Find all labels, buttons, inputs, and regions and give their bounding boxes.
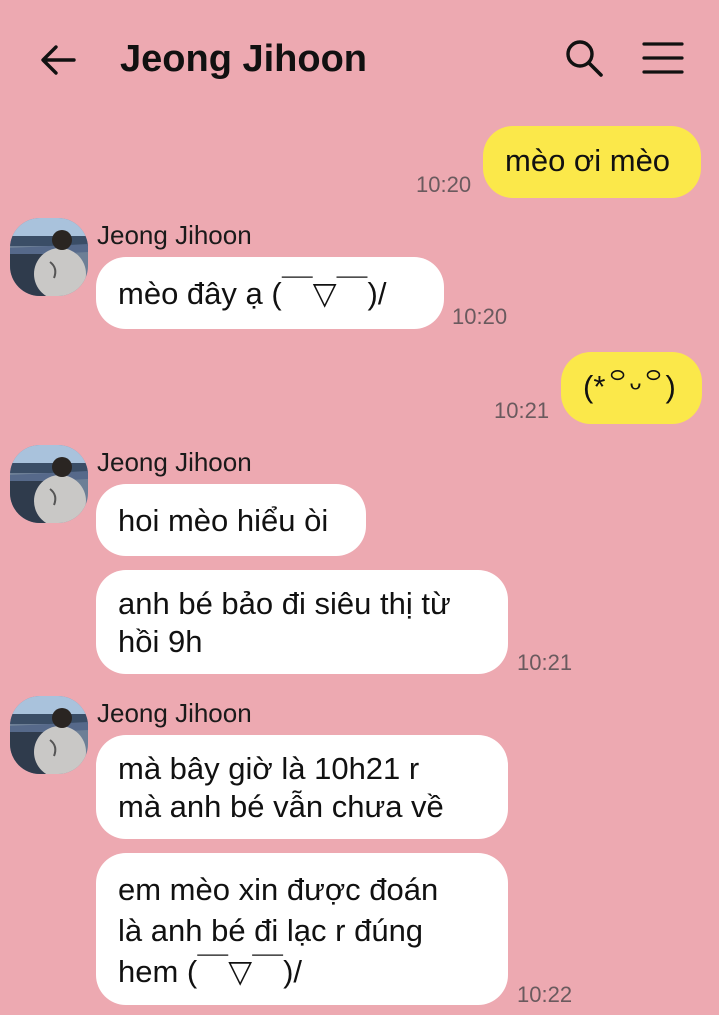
message-text-line: là anh bé đi lạc r đúng — [118, 913, 424, 948]
message-text-line: anh bé bảo đi siêu thị từ — [118, 586, 451, 621]
message-text-line: em mèo xin được đoán — [118, 872, 439, 907]
incoming-message[interactable]: mà bây giờ là 10h21 r mà anh bé vẫn chưa… — [96, 735, 508, 839]
avatar-image — [10, 445, 88, 523]
avatar[interactable] — [10, 696, 88, 774]
avatar-image — [10, 696, 88, 774]
incoming-message[interactable]: em mèo xin được đoán là anh bé đi lạc r … — [96, 853, 508, 1005]
message-text: mèo đây ạ (￣▽￣)/ — [118, 276, 387, 311]
arrow-left-icon — [41, 45, 76, 75]
message-time: 10:21 — [494, 398, 550, 423]
back-button[interactable] — [34, 36, 82, 84]
message-time: 10:20 — [452, 304, 508, 329]
avatar[interactable] — [10, 218, 88, 296]
hamburger-menu-icon — [642, 42, 684, 74]
message-text-line: hồi 9h — [118, 624, 203, 659]
message-time: 10:20 — [416, 172, 472, 197]
message-text: (*꒪ᵕ꒪) — [583, 369, 676, 404]
message-text: hoi mèo hiểu òi — [118, 503, 329, 538]
message-text: mèo ơi mèo — [505, 143, 671, 178]
message-text-line: mà bây giờ là 10h21 r — [118, 751, 420, 786]
search-button[interactable] — [560, 34, 608, 82]
incoming-message[interactable]: mèo đây ạ (￣▽￣)/ — [96, 257, 444, 329]
incoming-message[interactable]: anh bé bảo đi siêu thị từ hồi 9h — [96, 570, 508, 674]
avatar-image — [10, 218, 88, 296]
outgoing-message[interactable]: (*꒪ᵕ꒪) — [561, 352, 702, 424]
message-text-line: hem (￣▽￣)/ — [118, 954, 303, 989]
sender-name: Jeong Jihoon — [97, 220, 252, 250]
sender-name: Jeong Jihoon — [97, 447, 252, 477]
menu-button[interactable] — [638, 36, 688, 80]
incoming-message[interactable]: hoi mèo hiểu òi — [96, 484, 366, 556]
message-time: 10:21 — [517, 650, 573, 675]
outgoing-message[interactable]: mèo ơi mèo — [483, 126, 701, 198]
search-icon — [566, 40, 603, 77]
chat-header: Jeong Jihoon — [0, 0, 719, 118]
avatar[interactable] — [10, 445, 88, 523]
message-text-line: mà anh bé vẫn chưa về — [118, 789, 444, 824]
chat-title: Jeong Jihoon — [120, 38, 367, 80]
message-time: 10:22 — [517, 982, 573, 1007]
sender-name: Jeong Jihoon — [97, 698, 252, 728]
